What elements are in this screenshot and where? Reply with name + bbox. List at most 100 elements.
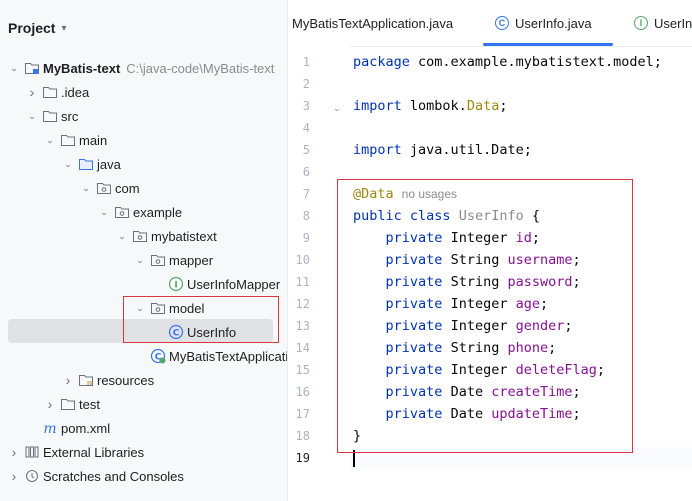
code-line-1: package com.example.mybatistext.model;: [353, 54, 662, 70]
package-icon: [114, 204, 130, 220]
line-number: 15: [295, 363, 310, 377]
interface-icon: I: [168, 276, 184, 292]
resources-folder-icon: [78, 372, 94, 388]
tree-item-main[interactable]: ⌄ main: [0, 128, 287, 152]
tree-item-label: java: [97, 156, 121, 172]
package-icon: [150, 252, 166, 268]
tree-item-label: src: [61, 108, 79, 124]
tree-item-example[interactable]: ⌄ example: [0, 200, 287, 224]
interface-icon: I: [634, 16, 648, 30]
tab-label: UserIn: [654, 15, 692, 31]
libraries-icon: [24, 444, 40, 460]
tree-item-label: mapper: [169, 252, 214, 268]
tree-item-label: .idea: [61, 84, 90, 100]
source-folder-icon: [78, 156, 94, 172]
chevron-down-icon[interactable]: ⌄: [116, 231, 128, 242]
tree-item-scratches-and-consoles[interactable]: › Scratches and Consoles: [0, 464, 287, 488]
chevron-right-icon[interactable]: ›: [44, 396, 56, 412]
project-tool-window: Project ▾ ⌄ MyBatis-text C:\java-code\MyBa…: [0, 0, 288, 501]
tree-item-label: example: [133, 204, 183, 220]
chevron-down-icon[interactable]: ⌄: [8, 63, 20, 74]
tree-item-mybatis-text[interactable]: ⌄ MyBatis-text C:\java-code\MyBatis-text: [0, 56, 287, 80]
tree-item-resources[interactable]: › resources: [0, 368, 287, 392]
line-number: 9: [302, 231, 310, 245]
folder-icon: [42, 108, 58, 124]
chevron-down-icon[interactable]: ⌄: [26, 111, 38, 122]
model-highlight-box: [123, 296, 279, 343]
module-path: C:\java-code\MyBatis-text: [126, 60, 275, 76]
tree-item-pom-xml[interactable]: m pom.xml: [0, 416, 287, 440]
line-number: 11: [295, 275, 310, 289]
chevron-down-icon[interactable]: ⌄: [80, 183, 92, 194]
tab-userinfo[interactable]: C UserInfo.java: [495, 0, 592, 46]
editor-tab-bar: MyBatisTextApplication.java C UserInfo.j…: [288, 0, 692, 47]
tree-item-userinfomapper[interactable]: I UserInfoMapper: [0, 272, 287, 296]
tab-mybatistextapplication[interactable]: MyBatisTextApplication.java: [292, 0, 453, 46]
line-number: 19: [295, 451, 310, 465]
tree-item-external-libraries[interactable]: › External Libraries: [0, 440, 287, 464]
line-number: 12: [295, 297, 310, 311]
scratches-icon: [24, 468, 40, 484]
line-number: 6: [302, 165, 310, 179]
module-folder-icon: [24, 60, 40, 76]
tree-item-mybatistext[interactable]: ⌄ mybatistext: [0, 224, 287, 248]
chevron-right-icon[interactable]: ›: [8, 444, 20, 460]
keyword: import: [353, 142, 402, 158]
tab-userinfomapper[interactable]: I UserIn: [634, 0, 692, 46]
class-highlight-box: [337, 179, 633, 453]
line-number: 3: [302, 99, 310, 113]
line-number: 10: [295, 253, 310, 267]
folder-icon: [60, 132, 76, 148]
active-tab-indicator: [483, 43, 613, 46]
line-number: 8: [302, 209, 310, 223]
tree-item-label: test: [79, 396, 100, 412]
line-number: 16: [295, 385, 310, 399]
tree-item-label: External Libraries: [43, 444, 145, 460]
chevron-down-icon[interactable]: ⌄: [134, 255, 146, 266]
folder-icon: [42, 84, 58, 100]
keyword: package: [353, 54, 410, 70]
tree-item-com[interactable]: ⌄ com: [0, 176, 287, 200]
tree-item-mybatistextapplicati[interactable]: C MyBatisTextApplicati: [0, 344, 287, 368]
tree-item-java[interactable]: ⌄ java: [0, 152, 287, 176]
code-text: lombok.: [401, 98, 467, 114]
tree-item-idea[interactable]: › .idea: [0, 80, 287, 104]
maven-icon: m: [42, 420, 58, 436]
code-text: com.example.mybatistext.model;: [409, 54, 662, 70]
line-number: 4: [302, 121, 310, 135]
chevron-right-icon[interactable]: ›: [8, 468, 20, 484]
code-line-5: import java.util.Date;: [353, 142, 532, 158]
chevron-right-icon[interactable]: ›: [26, 84, 38, 100]
folder-icon: [60, 396, 76, 412]
package-icon: [132, 228, 148, 244]
project-panel-header[interactable]: Project ▾: [8, 20, 67, 36]
chevron-down-icon[interactable]: ▾: [61, 23, 66, 34]
line-number: 7: [302, 187, 310, 201]
chevron-down-icon[interactable]: ⌄: [98, 207, 110, 218]
line-number: 17: [295, 407, 310, 421]
line-number: 18: [295, 429, 310, 443]
fold-icon[interactable]: ⌄: [333, 103, 341, 114]
tree-item-label: UserInfoMapper: [187, 276, 281, 292]
svg-text:m: m: [43, 421, 56, 436]
tab-label: MyBatisTextApplication.java: [292, 15, 454, 31]
chevron-down-icon[interactable]: ⌄: [44, 135, 56, 146]
tree-item-mapper[interactable]: ⌄ mapper: [0, 248, 287, 272]
tree-item-src[interactable]: ⌄ src: [0, 104, 287, 128]
code-line-3: import lombok.Data;: [353, 98, 507, 114]
tab-label: UserInfo.java: [515, 15, 592, 31]
package-icon: [96, 180, 112, 196]
chevron-right-icon[interactable]: ›: [62, 372, 74, 388]
tree-item-label: MyBatisTextApplicati: [169, 348, 288, 364]
tree-item-label: pom.xml: [61, 420, 111, 436]
class-icon: C: [495, 16, 509, 30]
line-number: 14: [295, 341, 310, 355]
tree-item-label: Scratches and Consoles: [43, 468, 184, 484]
chevron-down-icon[interactable]: ⌄: [62, 159, 74, 170]
line-number: 13: [295, 319, 310, 333]
tree-item-label: com: [115, 180, 140, 196]
code-text: java.util.Date;: [401, 142, 532, 158]
project-panel-title: Project: [8, 20, 56, 36]
tree-item-label: mybatistext: [151, 228, 217, 244]
tree-item-test[interactable]: › test: [0, 392, 287, 416]
